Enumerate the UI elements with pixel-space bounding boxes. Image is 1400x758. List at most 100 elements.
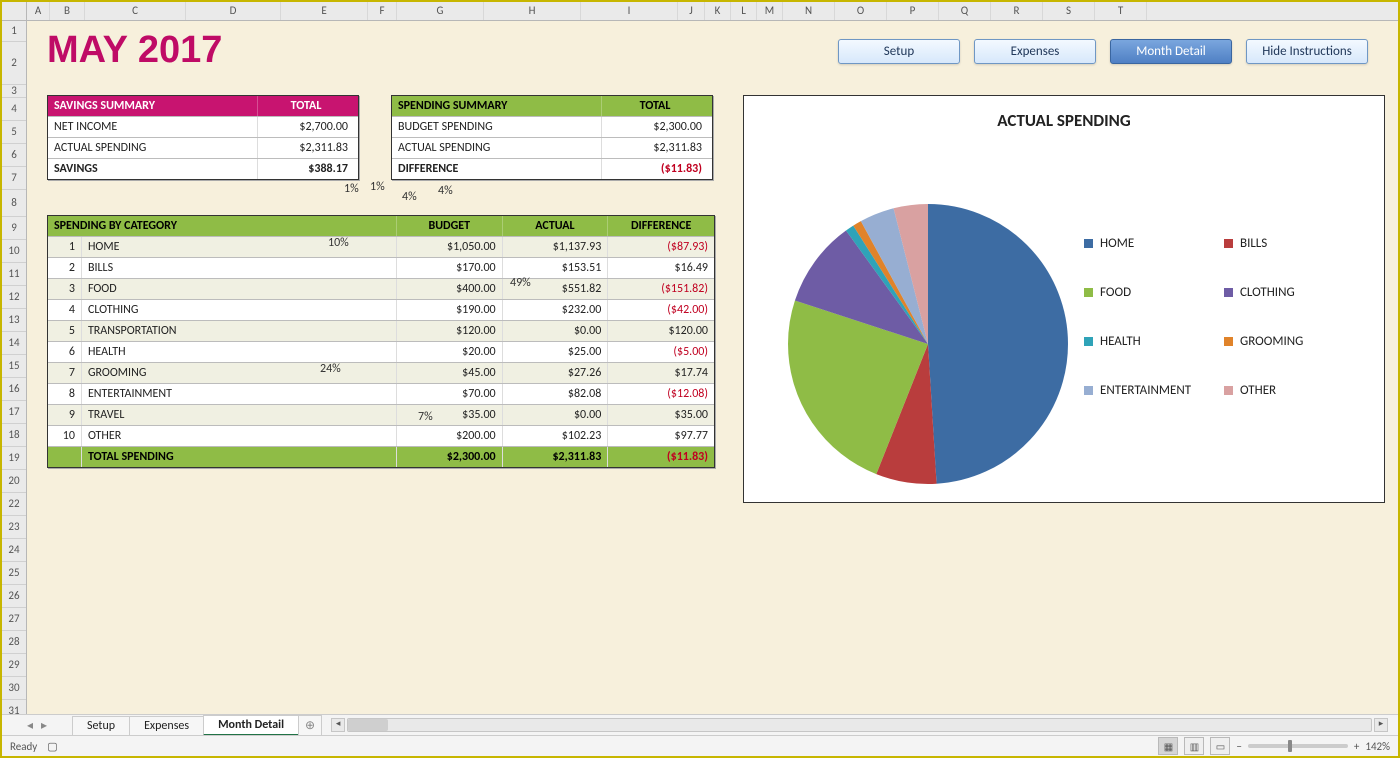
row-header-27[interactable]: 27	[2, 608, 26, 631]
col-header-G[interactable]: G	[397, 2, 484, 20]
row-header-3[interactable]: 3	[2, 85, 26, 98]
category-row[interactable]: 7 GROOMING $45.00 $27.26 $17.74	[48, 362, 714, 383]
row-header-17[interactable]: 17	[2, 401, 26, 424]
row-header-23[interactable]: 23	[2, 516, 26, 539]
row-header-5[interactable]: 5	[2, 121, 26, 144]
row-header-18[interactable]: 18	[2, 424, 26, 447]
col-header-J[interactable]: J	[678, 2, 705, 20]
cat-index: 5	[48, 321, 82, 341]
category-row[interactable]: 5 TRANSPORTATION $120.00 $0.00 $120.00	[48, 320, 714, 341]
zoom-slider[interactable]	[1248, 744, 1348, 748]
row-header-8[interactable]: 8	[2, 190, 26, 217]
cat-total-actual: $2,311.83	[503, 447, 609, 467]
legend-item: ENTERTAINMENT	[1084, 383, 1224, 398]
spending-header-total: TOTAL	[602, 96, 708, 116]
page-layout-view-icon[interactable]: ▥	[1184, 737, 1204, 755]
col-header-A[interactable]: A	[27, 2, 50, 20]
cat-total-diff: ($11.83)	[608, 447, 714, 467]
col-header-Q[interactable]: Q	[939, 2, 991, 20]
spending-row[interactable]: ACTUAL SPENDING $2,311.83	[392, 137, 712, 158]
zoom-in-icon[interactable]: +	[1354, 740, 1359, 753]
col-header-K[interactable]: K	[705, 2, 731, 20]
row-header-31[interactable]: 31	[2, 700, 26, 714]
col-header-S[interactable]: S	[1043, 2, 1095, 20]
setup-button[interactable]: Setup	[838, 39, 960, 64]
category-row[interactable]: 10 OTHER $200.00 $102.23 $97.77	[48, 425, 714, 446]
row-header-16[interactable]: 16	[2, 378, 26, 401]
row-header-2[interactable]: 2	[2, 42, 26, 85]
cat-header-name: SPENDING BY CATEGORY	[48, 216, 397, 236]
category-row[interactable]: 9 TRAVEL $35.00 $0.00 $35.00	[48, 404, 714, 425]
row-header-12[interactable]: 12	[2, 286, 26, 309]
cat-name: HOME	[82, 237, 397, 257]
row-header-20[interactable]: 20	[2, 470, 26, 493]
spending-row[interactable]: BUDGET SPENDING $2,300.00	[392, 116, 712, 137]
category-row[interactable]: 6 HEALTH $20.00 $25.00 ($5.00)	[48, 341, 714, 362]
zoom-out-icon[interactable]: −	[1236, 740, 1241, 753]
expenses-button[interactable]: Expenses	[974, 39, 1096, 64]
tab-expenses[interactable]: Expenses	[129, 716, 204, 735]
row-header-7[interactable]: 7	[2, 167, 26, 190]
row-header-13[interactable]: 13	[2, 309, 26, 332]
tab-nav[interactable]: ◂▸	[2, 718, 72, 733]
row-header-29[interactable]: 29	[2, 654, 26, 677]
spending-row[interactable]: DIFFERENCE ($11.83)	[392, 158, 712, 179]
row-header-14[interactable]: 14	[2, 332, 26, 355]
row-header-11[interactable]: 11	[2, 263, 26, 286]
col-header-B[interactable]: B	[50, 2, 85, 20]
col-header-T[interactable]: T	[1095, 2, 1147, 20]
savings-row[interactable]: SAVINGS $388.17	[48, 158, 358, 179]
row-header-4[interactable]: 4	[2, 98, 26, 121]
horizontal-scrollbar[interactable]: ◂▸	[329, 718, 1390, 732]
row-header-24[interactable]: 24	[2, 539, 26, 562]
col-header-C[interactable]: C	[85, 2, 186, 20]
category-row[interactable]: 4 CLOTHING $190.00 $232.00 ($42.00)	[48, 299, 714, 320]
cat-index: 7	[48, 363, 82, 383]
spending-header-label: SPENDING SUMMARY	[392, 96, 602, 116]
col-header-O[interactable]: O	[835, 2, 887, 20]
savings-row[interactable]: NET INCOME $2,700.00	[48, 116, 358, 137]
legend-swatch	[1084, 337, 1093, 346]
tab-add[interactable]: ⊕	[298, 715, 322, 735]
category-row[interactable]: 3 FOOD $400.00 $551.82 ($151.82)	[48, 278, 714, 299]
col-header-R[interactable]: R	[991, 2, 1043, 20]
col-header-I[interactable]: I	[581, 2, 678, 20]
row-header-19[interactable]: 19	[2, 447, 26, 470]
month-detail-button[interactable]: Month Detail	[1110, 39, 1232, 64]
col-header-H[interactable]: H	[484, 2, 581, 20]
col-header-M[interactable]: M	[757, 2, 783, 20]
row-header-22[interactable]: 22	[2, 493, 26, 516]
cat-diff: ($151.82)	[608, 279, 714, 299]
status-bar: Ready ▢ ▦ ▥ ▭ − + 142%	[2, 735, 1398, 756]
row-header-1[interactable]: 1	[2, 21, 26, 42]
row-header-10[interactable]: 10	[2, 240, 26, 263]
row-header-30[interactable]: 30	[2, 677, 26, 700]
tab-setup[interactable]: Setup	[72, 716, 130, 735]
category-row[interactable]: 1 HOME $1,050.00 $1,137.93 ($87.93)	[48, 236, 714, 257]
row-header-28[interactable]: 28	[2, 631, 26, 654]
col-header-P[interactable]: P	[887, 2, 939, 20]
col-header-D[interactable]: D	[186, 2, 281, 20]
normal-view-icon[interactable]: ▦	[1158, 737, 1178, 755]
category-row[interactable]: 8 ENTERTAINMENT $70.00 $82.08 ($12.08)	[48, 383, 714, 404]
macro-record-icon[interactable]: ▢	[47, 740, 57, 753]
legend-item: CLOTHING	[1224, 285, 1364, 300]
row-header-9[interactable]: 9	[2, 217, 26, 240]
select-all-corner[interactable]	[2, 2, 27, 20]
col-header-L[interactable]: L	[731, 2, 757, 20]
category-row[interactable]: 2 BILLS $170.00 $153.51 $16.49	[48, 257, 714, 278]
pie-label: 1%	[370, 180, 385, 194]
hide-instructions-button[interactable]: Hide Instructions	[1246, 39, 1368, 64]
savings-row[interactable]: ACTUAL SPENDING $2,311.83	[48, 137, 358, 158]
row-header-6[interactable]: 6	[2, 144, 26, 167]
tab-month-detail[interactable]: Month Detail	[203, 715, 299, 736]
row-header-15[interactable]: 15	[2, 355, 26, 378]
col-header-E[interactable]: E	[281, 2, 368, 20]
row-header-26[interactable]: 26	[2, 585, 26, 608]
page-break-view-icon[interactable]: ▭	[1210, 737, 1230, 755]
col-header-N[interactable]: N	[783, 2, 835, 20]
col-header-F[interactable]: F	[368, 2, 397, 20]
actual-spending-chart[interactable]: ACTUAL SPENDING HOME BILLS FOOD CLOTHING…	[743, 95, 1385, 503]
row-header-25[interactable]: 25	[2, 562, 26, 585]
cat-budget: $200.00	[397, 426, 503, 446]
